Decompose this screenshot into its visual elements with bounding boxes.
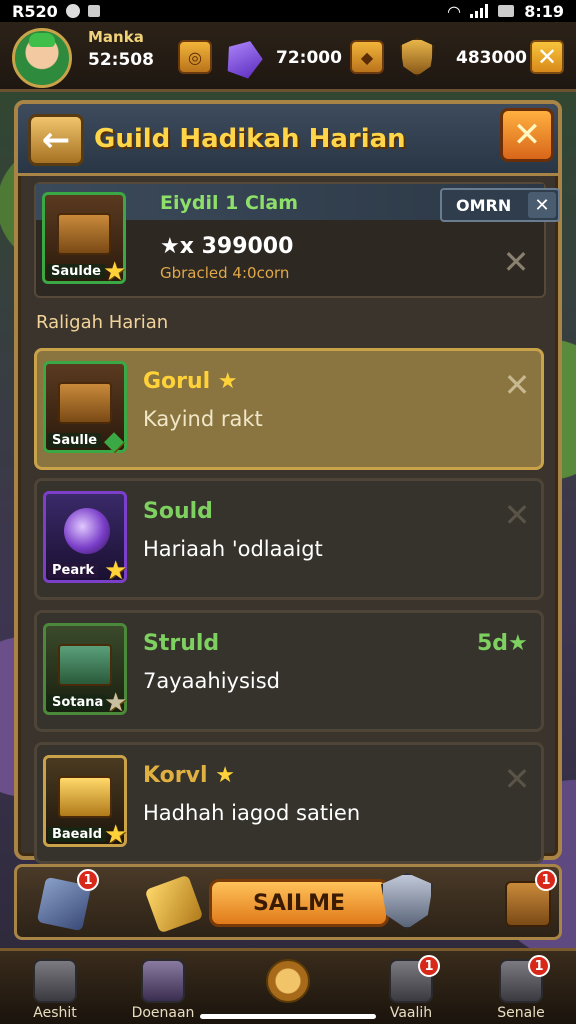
notification-icon xyxy=(65,4,80,18)
star-icon: ★ xyxy=(104,556,128,586)
reward-card[interactable]: Baeald ★ Korvl ★ Hadhah iagod satien ✕ xyxy=(34,742,544,864)
nav-label: Senale xyxy=(497,1005,545,1021)
featured-reward: Saulde ★ Eiydil 1 Clam ★x 399000 Gbracle… xyxy=(34,182,560,298)
card-item-icon: Sotana ★ xyxy=(43,623,128,718)
panel-header: ← Guild Hadikah Harian ✕ xyxy=(18,104,558,176)
featured-amount: ★x 399000 xyxy=(160,234,294,259)
star-icon: ★ xyxy=(104,820,128,850)
shield-small-icon: ◆ xyxy=(360,47,374,67)
card-description: 7ayaahiysisd xyxy=(143,669,281,693)
magic-orb-icon xyxy=(64,508,110,554)
dismiss-icon[interactable]: ✕ xyxy=(498,243,534,281)
reward-card[interactable]: Peark ★ Sould Hariaah 'odlaaigt ✕ xyxy=(34,478,544,600)
notification-badge: 1 xyxy=(418,955,440,977)
card-item-icon: Saulle ◆ xyxy=(43,361,127,456)
guild-emblem-icon[interactable] xyxy=(381,873,433,929)
add-gems-button[interactable]: ◆ xyxy=(350,40,384,74)
close-icon[interactable]: ✕ xyxy=(528,192,556,218)
bottom-nav: Aeshit Doenaan 1 Vaalih 1 Senale xyxy=(0,948,576,1024)
card-item-icon: Peark ★ xyxy=(43,491,128,586)
nav-item-senale[interactable]: 1 Senale xyxy=(466,955,576,1024)
player-name: Manka xyxy=(88,28,144,46)
card-description: Kayind rakt xyxy=(143,407,263,431)
card-description: Hariaah 'odlaaigt xyxy=(143,537,323,561)
card-name: Korvl ★ xyxy=(143,763,235,788)
action-bar: 1 SAILME 1 xyxy=(14,864,562,940)
wifi-icon: ◠ xyxy=(447,1,461,21)
notification-badge: 1 xyxy=(77,869,99,891)
notification-badge: 1 xyxy=(528,955,550,977)
claim-label: OMRN xyxy=(456,195,512,215)
page-title: Guild Hadikah Harian xyxy=(94,124,406,154)
nav-item-aeshit[interactable]: Aeshit xyxy=(0,955,110,1024)
gold-count: 483000 xyxy=(456,48,527,68)
gold-shield-icon xyxy=(400,38,434,76)
signal-icon xyxy=(470,4,489,18)
notification-badge: 1 xyxy=(535,869,557,891)
card-name-text: Gorul xyxy=(143,369,211,394)
claim-button[interactable]: OMRN ✕ xyxy=(440,188,560,222)
gem-count: 72:000 xyxy=(276,48,342,68)
featured-item-icon[interactable]: Saulde ★ xyxy=(42,192,127,287)
player-level: 52:508 xyxy=(88,50,154,70)
gem-green-icon: ◆ xyxy=(104,426,124,456)
close-icon: ✕ xyxy=(512,115,542,155)
status-time: 8:19 xyxy=(524,1,564,21)
guild-center-icon xyxy=(266,959,310,1003)
gold-bar-icon[interactable] xyxy=(144,874,204,934)
relic-icon xyxy=(58,644,112,686)
dismiss-icon[interactable]: ✕ xyxy=(499,496,535,534)
dismiss-icon[interactable]: ✕ xyxy=(499,366,535,404)
main-action-button[interactable]: SAILME xyxy=(209,879,389,927)
featured-subtitle: Gbracled 4:0corn xyxy=(160,264,290,282)
card-badge: 5d★ xyxy=(477,631,528,656)
back-button[interactable]: ← xyxy=(28,114,84,166)
player-avatar[interactable] xyxy=(12,28,72,88)
system-status-bar: R520 ◠ 8:19 xyxy=(0,0,576,22)
status-left-text: R520 xyxy=(12,1,58,21)
shield-nav-icon xyxy=(33,959,77,1003)
item-label: Baeald xyxy=(48,827,107,842)
star-icon: ★ xyxy=(104,688,128,718)
card-item-icon: Baeald ★ xyxy=(43,755,128,850)
star-icon: ★ xyxy=(217,369,238,394)
card-description: Hadhah iagod satien xyxy=(143,801,361,825)
resource-bar: Manka 52:508 ◎ 72:000 ◆ 483000 ✕ xyxy=(0,22,576,92)
guild-panel: ← Guild Hadikah Harian ✕ Saulde ★ Eiydil… xyxy=(14,100,562,864)
card-name-text: Korvl xyxy=(143,763,208,788)
star-icon: ★ xyxy=(103,257,127,287)
featured-name: Eiydil 1 Clam xyxy=(160,192,299,214)
card-name: Struld xyxy=(143,631,220,656)
panel-close-button[interactable]: ✕ xyxy=(500,108,554,162)
dismiss-icon[interactable]: ✕ xyxy=(499,760,535,798)
hero-nav-icon xyxy=(141,959,185,1003)
nav-label: Aeshit xyxy=(33,1005,77,1021)
gold-chest-icon xyxy=(58,776,112,818)
section-title: Raligah Harian xyxy=(36,312,169,333)
card-name: Sould xyxy=(143,499,213,524)
reward-card[interactable]: Sotana ★ Struld 7ayaahiysisd 5d★ xyxy=(34,610,544,732)
gem-icon xyxy=(221,35,267,81)
close-icon: ✕ xyxy=(536,43,558,71)
top-close-button[interactable]: ✕ xyxy=(530,40,564,74)
card-name: Gorul ★ xyxy=(143,369,238,394)
chest-icon xyxy=(57,213,111,255)
item-label: Saulle xyxy=(48,433,102,448)
app-status-icon xyxy=(87,5,100,17)
home-indicator[interactable] xyxy=(200,1014,376,1019)
chest-icon xyxy=(58,382,112,424)
coin-icon: ◎ xyxy=(188,47,202,67)
item-label: Sotana xyxy=(48,695,108,710)
battery-icon xyxy=(498,5,515,17)
item-label: Peark xyxy=(48,563,99,578)
reward-card[interactable]: Saulle ◆ Gorul ★ Kayind rakt ✕ xyxy=(34,348,544,470)
star-icon: ★ xyxy=(215,763,235,788)
item-label: Saulde xyxy=(47,264,105,279)
coin-button[interactable]: ◎ xyxy=(178,40,212,74)
arrow-left-icon: ← xyxy=(41,120,71,160)
